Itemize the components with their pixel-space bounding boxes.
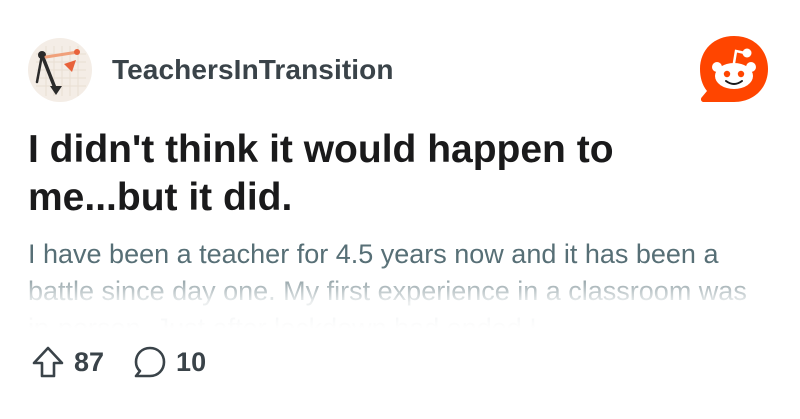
upvote-arrow-icon (32, 346, 64, 378)
comments-button[interactable]: 10 (132, 344, 206, 380)
post-title[interactable]: I didn't think it would happen to me...b… (28, 126, 748, 222)
post-header: TeachersInTransition (28, 38, 394, 102)
post-footer: 87 10 (30, 344, 206, 380)
comment-bubble-icon (134, 346, 166, 378)
upvote-button[interactable]: 87 (30, 344, 104, 380)
comment-count: 10 (176, 346, 207, 377)
reddit-snoo-icon (700, 36, 768, 102)
upvote-count: 87 (74, 346, 105, 377)
post-body-text: I have been a teacher for 4.5 years now … (28, 239, 747, 328)
subreddit-name[interactable]: TeachersInTransition (112, 54, 394, 86)
subreddit-avatar[interactable] (28, 38, 92, 102)
reddit-logo[interactable] (696, 34, 772, 104)
post-body-preview[interactable]: I have been a teacher for 4.5 years now … (28, 236, 778, 328)
pencil-compass-icon (35, 46, 86, 96)
